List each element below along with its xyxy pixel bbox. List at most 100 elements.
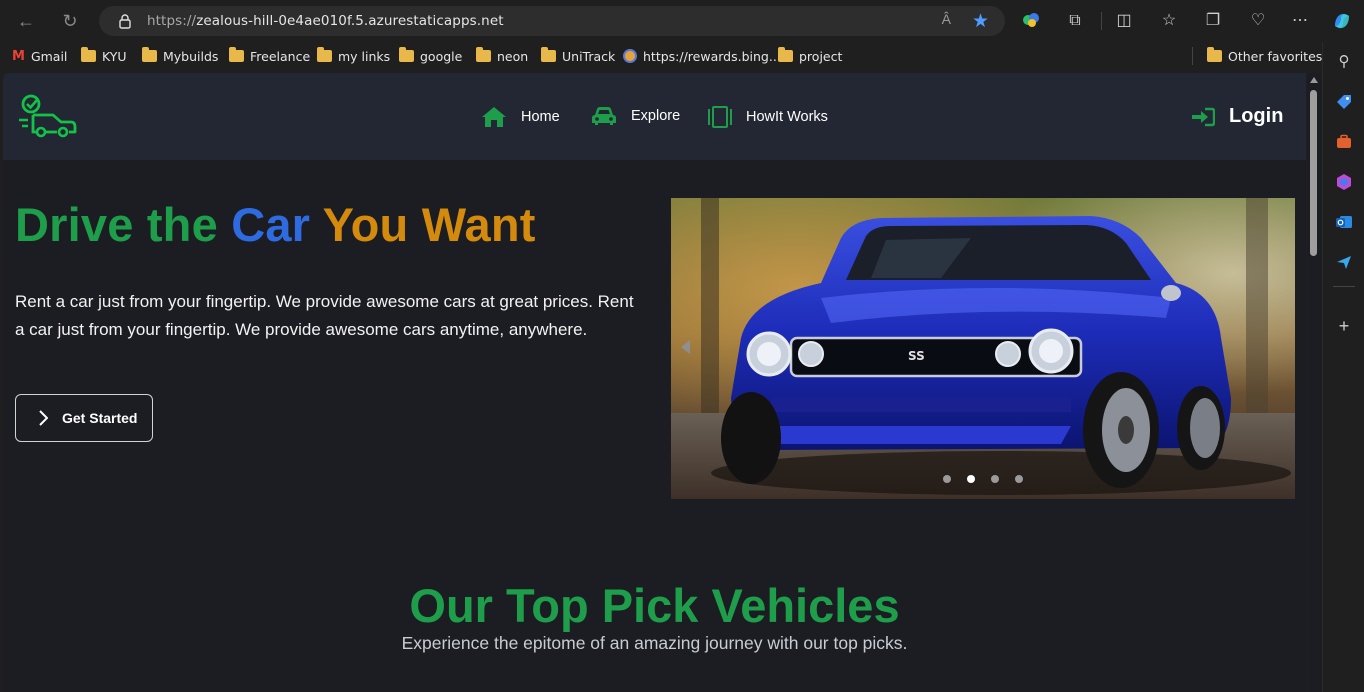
chevron-right-icon bbox=[39, 410, 48, 426]
bookmark-project[interactable]: project bbox=[778, 47, 842, 65]
refresh-icon[interactable]: ↻ bbox=[58, 9, 82, 33]
site-header: Home Explore HowIt Works Login bbox=[3, 73, 1306, 160]
hero-description: Rent a car just from your fingertip. We … bbox=[15, 292, 634, 339]
get-started-label: Get Started bbox=[62, 410, 138, 426]
url-text[interactable]: https://zealous-hill-0e4ae010f.5.azurest… bbox=[147, 13, 504, 29]
folder-icon bbox=[399, 47, 414, 62]
page-viewport: Home Explore HowIt Works Login Drive the… bbox=[3, 73, 1306, 692]
car-icon bbox=[592, 107, 616, 125]
hero-title-part-2: Car bbox=[231, 198, 311, 251]
nav-how-label: HowIt Works bbox=[746, 109, 828, 125]
scrollbar-thumb[interactable] bbox=[1310, 90, 1317, 256]
more-options-icon[interactable]: ⋯ bbox=[1289, 10, 1311, 32]
bookmark-label: Gmail bbox=[30, 48, 68, 64]
car-photo: SS bbox=[671, 198, 1295, 499]
carousel-dot[interactable] bbox=[1015, 475, 1023, 483]
gmail-icon: M bbox=[12, 48, 25, 64]
bookmark-label: Other favorites bbox=[1228, 48, 1323, 64]
folder-icon bbox=[317, 47, 332, 62]
carousel-indicators bbox=[943, 475, 1023, 483]
bookmark-label: https://rewards.bing.... bbox=[643, 48, 785, 64]
bookmark-mybuilds[interactable]: Mybuilds bbox=[142, 47, 218, 65]
login-label: Login bbox=[1229, 105, 1284, 127]
url-host: zealous-hill-0e4ae010f.5.azurestaticapps… bbox=[196, 13, 504, 29]
folder-icon bbox=[142, 47, 157, 62]
bookmark-rewards[interactable]: https://rewards.bing.... bbox=[623, 47, 785, 65]
car-logo-icon[interactable] bbox=[17, 93, 77, 139]
scroll-up-arrow-icon[interactable] bbox=[1310, 77, 1318, 83]
bookmark-label: KYU bbox=[102, 48, 127, 64]
top-picks-subtitle: Experience the epitome of an amazing jou… bbox=[401, 633, 908, 653]
bookmark-neon[interactable]: neon bbox=[476, 47, 528, 65]
bookmarks-bar: M Gmail KYU Mybuilds Freelance my links … bbox=[0, 42, 1364, 70]
address-bar[interactable]: https://zealous-hill-0e4ae010f.5.azurest… bbox=[99, 6, 1005, 36]
hero-carousel[interactable]: SS bbox=[671, 198, 1295, 499]
sidebar-divider bbox=[1333, 286, 1355, 287]
login-button[interactable]: Login bbox=[1191, 105, 1283, 128]
bookmark-label: my links bbox=[338, 48, 391, 64]
toolbar-divider bbox=[1101, 12, 1102, 30]
get-started-button[interactable]: Get Started bbox=[15, 394, 153, 442]
bookmark-my-links[interactable]: my links bbox=[317, 47, 390, 65]
bookmark-label: UniTrack bbox=[562, 48, 616, 64]
slides-icon bbox=[708, 106, 732, 128]
carousel-prev-icon[interactable] bbox=[681, 340, 690, 354]
lock-icon[interactable] bbox=[117, 13, 133, 29]
url-scheme: https:// bbox=[147, 13, 197, 29]
bookmark-unitrack[interactable]: UniTrack bbox=[541, 47, 615, 65]
extension-colorful-icon[interactable] bbox=[1020, 10, 1042, 32]
nav-home[interactable]: Home bbox=[481, 106, 560, 128]
hero-title: Drive the Car You Want bbox=[15, 197, 536, 252]
rewards-icon bbox=[623, 49, 637, 63]
extensions-puzzle-icon[interactable]: ⧉ bbox=[1064, 10, 1086, 32]
favorite-star-icon[interactable]: ★ bbox=[972, 10, 989, 33]
browser-toolbar: ← ↻ https://zealous-hill-0e4ae010f.5.azu… bbox=[0, 0, 1364, 42]
search-icon[interactable]: ⚲ bbox=[1335, 53, 1353, 71]
collections-icon[interactable]: ❐ bbox=[1202, 10, 1224, 32]
bookmark-label: Freelance bbox=[250, 48, 311, 64]
nav-explore-label: Explore bbox=[631, 108, 681, 124]
home-icon bbox=[482, 107, 506, 127]
carousel-dot[interactable] bbox=[991, 475, 999, 483]
read-aloud-icon[interactable]: Â bbox=[942, 11, 951, 27]
bookmark-other-favorites[interactable]: Other favorites bbox=[1207, 47, 1322, 65]
browser-window: ← ↻ https://zealous-hill-0e4ae010f.5.azu… bbox=[0, 0, 1364, 692]
bookmark-label: project bbox=[799, 48, 843, 64]
folder-icon bbox=[229, 47, 244, 62]
carousel-dot[interactable] bbox=[943, 475, 951, 483]
nav-how-it-works[interactable]: HowIt Works bbox=[708, 106, 828, 128]
carousel-dot-active[interactable] bbox=[967, 475, 975, 483]
hero-title-part-3: You Want bbox=[310, 198, 536, 251]
browser-essentials-icon[interactable]: ♡ bbox=[1247, 10, 1269, 32]
back-arrow-icon[interactable]: ← bbox=[14, 9, 38, 33]
tools-briefcase-icon[interactable] bbox=[1335, 133, 1353, 151]
outlook-icon[interactable] bbox=[1335, 213, 1353, 231]
folder-icon bbox=[541, 47, 556, 62]
favorites-icon[interactable]: ☆ bbox=[1158, 10, 1180, 32]
bookmark-gmail[interactable]: M Gmail bbox=[12, 47, 67, 65]
bookmark-freelance[interactable]: Freelance bbox=[229, 47, 310, 65]
bookmark-label: Mybuilds bbox=[163, 48, 219, 64]
split-screen-icon[interactable]: ◫ bbox=[1113, 10, 1135, 32]
bookmark-kyu[interactable]: KYU bbox=[81, 47, 127, 65]
shopping-tag-icon[interactable] bbox=[1335, 93, 1353, 111]
folder-icon bbox=[778, 47, 793, 62]
bookmarks-divider bbox=[1192, 47, 1193, 65]
hero-title-part-1: Drive the bbox=[15, 198, 232, 251]
folder-icon bbox=[81, 47, 96, 62]
send-icon[interactable] bbox=[1335, 253, 1353, 271]
add-icon[interactable]: + bbox=[1335, 317, 1353, 335]
bookmark-label: google bbox=[420, 48, 463, 64]
sign-in-icon bbox=[1192, 107, 1215, 126]
page-scrollbar[interactable] bbox=[1307, 73, 1321, 692]
copilot-icon[interactable] bbox=[1331, 10, 1353, 32]
office-icon[interactable] bbox=[1335, 173, 1353, 191]
browser-sidebar: ⚲ + bbox=[1322, 42, 1364, 692]
carousel-badge-text: SS bbox=[908, 349, 925, 363]
bookmark-label: neon bbox=[497, 48, 529, 64]
nav-explore[interactable]: Explore bbox=[591, 106, 680, 126]
bookmark-google[interactable]: google bbox=[399, 47, 462, 65]
nav-home-label: Home bbox=[521, 109, 560, 125]
folder-icon bbox=[476, 47, 491, 62]
top-picks-title: Our Top Pick Vehicles bbox=[409, 579, 900, 632]
